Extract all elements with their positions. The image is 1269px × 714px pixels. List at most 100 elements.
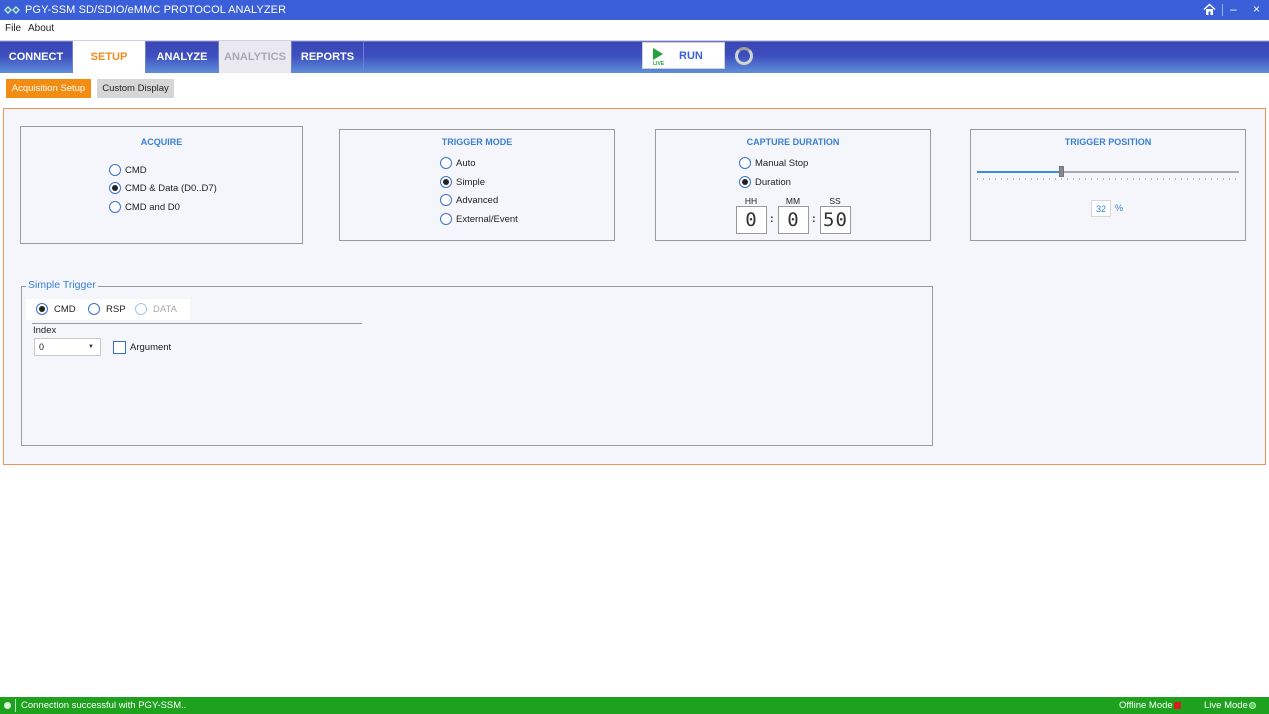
- mm-label: MM: [785, 196, 801, 206]
- live-badge: LIVE: [653, 61, 665, 67]
- connection-status-icon: [4, 702, 11, 709]
- radio-button[interactable]: [109, 201, 121, 213]
- index-dropdown[interactable]: 0 ▼: [34, 338, 101, 356]
- simple-trigger-options: CMD RSP DATA: [26, 299, 190, 320]
- play-icon: [653, 48, 663, 60]
- radio-button[interactable]: [36, 303, 48, 315]
- acquire-title: ACQUIRE: [140, 137, 183, 147]
- option-label: RSP: [106, 303, 126, 315]
- subtab-acquisition-setup[interactable]: Acquisition Setup: [6, 79, 91, 98]
- radio-button[interactable]: [440, 194, 452, 206]
- tab-connect[interactable]: CONNECT: [0, 41, 73, 73]
- close-button[interactable]: ×: [1253, 2, 1260, 16]
- trigger-mode-simple[interactable]: Simple: [440, 176, 485, 188]
- capture-duration-option[interactable]: Duration: [739, 176, 791, 188]
- chevron-down-icon: ▼: [88, 344, 94, 350]
- offline-indicator-icon: [1173, 702, 1181, 709]
- trigger-position-group: TRIGGER POSITION 32 %: [970, 129, 1246, 241]
- slider-thumb[interactable]: [1058, 166, 1064, 177]
- trigger-mode-auto[interactable]: Auto: [440, 157, 476, 169]
- option-label: CMD and D0: [125, 201, 180, 213]
- acquire-option-cmd-d0[interactable]: CMD and D0: [109, 201, 180, 213]
- radio-button[interactable]: [440, 157, 452, 169]
- menu-about[interactable]: About: [28, 23, 54, 34]
- tab-setup[interactable]: SETUP: [73, 41, 146, 73]
- offline-mode-label: Offline Mode: [1119, 700, 1173, 711]
- slider-ticks: [977, 178, 1239, 180]
- index-label: Index: [33, 325, 57, 336]
- capture-duration-group: CAPTURE DURATION Manual Stop Duration HH…: [655, 129, 931, 241]
- time-separator: :: [812, 213, 816, 225]
- simple-trigger-group: Simple Trigger CMD RSP DATA Index 0 ▼ Ar…: [21, 279, 933, 446]
- option-label: Simple: [456, 176, 486, 188]
- simple-trigger-rsp[interactable]: RSP: [88, 303, 126, 315]
- simple-trigger-data[interactable]: DATA: [135, 303, 177, 315]
- trigger-position-slider[interactable]: [977, 166, 1239, 177]
- capture-duration-title: CAPTURE DURATION: [746, 137, 840, 147]
- live-mode-toggle[interactable]: Live Mode: [1204, 700, 1256, 711]
- radio-button[interactable]: [440, 213, 452, 225]
- live-indicator-icon: [1248, 702, 1256, 709]
- ss-label: SS: [829, 196, 841, 206]
- tab-analytics[interactable]: ANALYTICS: [219, 41, 292, 73]
- radio-button[interactable]: [135, 303, 147, 315]
- radio-button[interactable]: [109, 182, 121, 194]
- acquire-option-cmd[interactable]: CMD: [109, 164, 147, 176]
- subtab-custom-display[interactable]: Custom Display: [97, 79, 174, 98]
- menu-bar: File About: [0, 20, 1269, 38]
- tab-analyze[interactable]: ANALYZE: [146, 41, 219, 73]
- capture-manual-stop[interactable]: Manual Stop: [739, 157, 808, 169]
- title-bar: PGY-SSM SD/SDIO/eMMC PROTOCOL ANALYZER –…: [0, 0, 1269, 20]
- hours-display[interactable]: 0: [736, 206, 767, 234]
- option-label: CMD: [54, 303, 76, 315]
- simple-trigger-title: Simple Trigger: [26, 279, 98, 291]
- nav-bar: CONNECT SETUP ANALYZE ANALYTICS REPORTS …: [0, 38, 1269, 73]
- run-label: RUN: [679, 50, 703, 62]
- argument-label: Argument: [130, 342, 172, 353]
- trigger-mode-external[interactable]: External/Event: [440, 213, 518, 225]
- option-label: Advanced: [456, 194, 499, 206]
- acquire-group: ACQUIRE CMD CMD & Data (D0..D7) CMD and …: [20, 126, 303, 244]
- minutes-display[interactable]: 0: [778, 206, 809, 234]
- live-mode-label: Live Mode: [1204, 700, 1248, 711]
- home-icon[interactable]: [1203, 3, 1216, 16]
- simple-trigger-cmd[interactable]: CMD: [36, 303, 76, 315]
- radio-button[interactable]: [440, 176, 452, 188]
- status-separator: [15, 699, 16, 712]
- radio-button[interactable]: [739, 176, 751, 188]
- option-label: CMD: [125, 164, 147, 176]
- title-separator: [1222, 4, 1223, 16]
- tab-reports[interactable]: REPORTS: [292, 41, 364, 73]
- status-bar: Connection successful with PGY-SSM.. Off…: [0, 697, 1269, 714]
- trigger-mode-advanced[interactable]: Advanced: [440, 194, 498, 206]
- acquisition-setup-panel: ACQUIRE CMD CMD & Data (D0..D7) CMD and …: [3, 108, 1266, 465]
- option-label: DATA: [153, 303, 177, 315]
- offline-mode-toggle[interactable]: Offline Mode: [1119, 700, 1181, 711]
- seconds-display[interactable]: 50: [820, 206, 851, 234]
- menu-file[interactable]: File: [5, 23, 21, 34]
- window-title: PGY-SSM SD/SDIO/eMMC PROTOCOL ANALYZER: [25, 4, 287, 16]
- app-logo-icon: [4, 6, 20, 14]
- trigger-mode-group: TRIGGER MODE Auto Simple Advanced Extern…: [339, 129, 615, 241]
- divider: [32, 323, 362, 324]
- acquire-option-cmd-data[interactable]: CMD & Data (D0..D7): [109, 182, 217, 194]
- radio-button[interactable]: [739, 157, 751, 169]
- option-label: Duration: [755, 176, 791, 188]
- argument-checkbox[interactable]: [113, 341, 126, 354]
- status-message: Connection successful with PGY-SSM..: [21, 700, 187, 711]
- trigger-position-value[interactable]: 32: [1091, 200, 1111, 217]
- trigger-position-title: TRIGGER POSITION: [1064, 137, 1152, 147]
- option-label: Manual Stop: [755, 157, 809, 169]
- option-label: Auto: [456, 157, 476, 169]
- slider-fill: [977, 171, 1061, 173]
- radio-button[interactable]: [109, 164, 121, 176]
- trigger-mode-title: TRIGGER MODE: [441, 137, 513, 147]
- index-value: 0: [39, 342, 45, 352]
- radio-button[interactable]: [88, 303, 100, 315]
- run-button[interactable]: LIVE RUN: [642, 42, 725, 69]
- option-label: CMD & Data (D0..D7): [125, 182, 217, 194]
- time-separator: :: [770, 213, 774, 225]
- option-label: External/Event: [456, 213, 518, 225]
- hh-label: HH: [744, 196, 758, 206]
- minimize-button[interactable]: –: [1230, 2, 1237, 16]
